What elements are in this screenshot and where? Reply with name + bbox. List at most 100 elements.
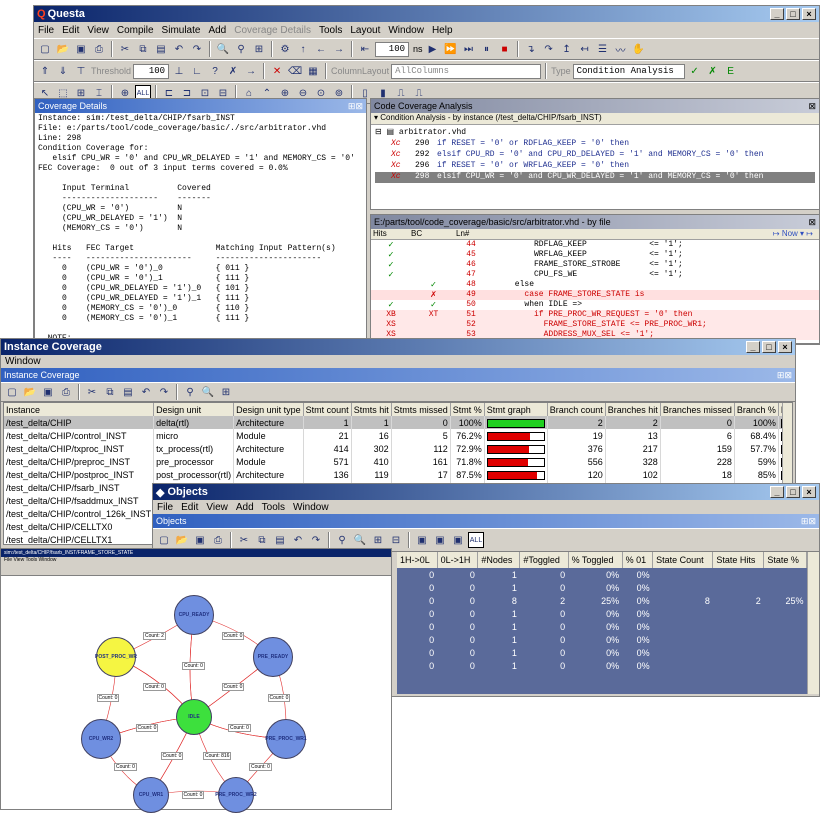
column-header[interactable]: Branches hit xyxy=(605,403,661,416)
sort-down-icon[interactable]: ⇓ xyxy=(55,63,71,79)
fsm-state-idle[interactable]: IDLE xyxy=(176,699,212,735)
obj-cut-icon[interactable]: ✂ xyxy=(236,532,252,548)
obj-minimize-button[interactable]: _ xyxy=(770,486,784,498)
obj-panel-close-icon[interactable]: ⊞⊠ xyxy=(801,516,816,527)
table-row[interactable]: 0 0 8 2 25% 0% 8 2 25% xyxy=(397,594,807,607)
forward-icon[interactable]: → xyxy=(243,63,259,79)
arrow-up-icon[interactable]: ↑ xyxy=(295,41,311,57)
fsm-state-pre-ready[interactable]: PRE_READY xyxy=(253,637,293,677)
fsm-state-cpu-wr2[interactable]: CPU_WR2 xyxy=(81,719,121,759)
menu-view[interactable]: View xyxy=(87,25,109,36)
new-file-icon[interactable]: ▢ xyxy=(37,41,53,57)
run-all-icon[interactable]: ⏭ xyxy=(461,41,477,57)
menu-layout[interactable]: Layout xyxy=(350,25,380,36)
obj-menu-view[interactable]: View xyxy=(206,502,228,513)
column-header[interactable]: Stmt count xyxy=(303,403,352,416)
arrow-right-icon[interactable]: → xyxy=(331,41,347,57)
column-header[interactable]: Branches missed xyxy=(660,403,735,416)
table-row[interactable]: 0 0 1 0 0% 0% xyxy=(397,633,807,646)
hand-icon[interactable]: ✋ xyxy=(631,41,647,57)
ic-hierarchy-icon[interactable]: ⊞ xyxy=(218,384,234,400)
column-header[interactable]: % 01 xyxy=(622,552,654,568)
stop-icon[interactable]: ■ xyxy=(497,41,513,57)
step-over-icon[interactable]: ↷ xyxy=(541,41,557,57)
obj-menu-window[interactable]: Window xyxy=(293,502,329,513)
obj-filter1-icon[interactable]: ▣ xyxy=(414,532,430,548)
ic-minimize-button[interactable]: _ xyxy=(746,341,760,353)
table-row[interactable]: /test_delta/CHIP/postproc_INST post_proce… xyxy=(4,468,792,481)
step-back-icon[interactable]: ↤ xyxy=(577,41,593,57)
now-nav-button[interactable]: ↦ Now ▾ ↦ xyxy=(773,229,819,239)
source-line[interactable]: XB XT 51 if PRE_PROC_WR_REQUEST = '0' then xyxy=(371,310,819,320)
obj-print-icon[interactable]: ⎙ xyxy=(210,532,226,548)
table-row[interactable]: /test_delta/CHIP delta(rtl) Architecture 1 1… xyxy=(4,416,792,429)
coverage-row[interactable]: Xc 290 if RESET = '0' or RDFLAG_KEEP = '0'… xyxy=(375,139,815,150)
obj-menu-edit[interactable]: Edit xyxy=(181,502,198,513)
column-header[interactable]: #Toggled xyxy=(519,552,569,568)
table-row[interactable]: /test_delta/CHIP/control_INST micro Module… xyxy=(4,429,792,442)
open-folder-icon[interactable]: 📂 xyxy=(55,41,71,57)
obj-menu-tools[interactable]: Tools xyxy=(262,502,285,513)
ic-undo-icon[interactable]: ↶ xyxy=(138,384,154,400)
ic-panel-titlebar[interactable]: Instance Coverage ⊞⊠ xyxy=(1,368,795,382)
wave-icon[interactable]: 〰 xyxy=(613,41,629,57)
instance-coverage-titlebar[interactable]: Instance Coverage _ □ × xyxy=(1,339,795,355)
ic-redo-icon[interactable]: ↷ xyxy=(156,384,172,400)
table-row[interactable]: 0 0 1 0 0% 0% xyxy=(397,659,807,672)
table-row[interactable]: 0 0 1 0 0% 0% xyxy=(397,607,807,620)
print-icon[interactable]: ⎙ xyxy=(91,41,107,57)
exclude-x-icon[interactable]: ✕ xyxy=(269,63,285,79)
column-header[interactable]: #Nodes xyxy=(477,552,521,568)
ic-paste-icon[interactable]: ▤ xyxy=(120,384,136,400)
table-row[interactable]: /test_delta/CHIP/preproc_INST pre_process… xyxy=(4,455,792,468)
column-header[interactable]: Instance xyxy=(4,403,155,416)
run-time-input[interactable]: 100 xyxy=(375,41,409,57)
obj-find-icon[interactable]: ⚲ xyxy=(334,532,350,548)
x-icon[interactable]: ✗ xyxy=(705,63,721,79)
copy-icon[interactable]: ⧉ xyxy=(135,41,151,57)
column-header[interactable]: Stmts hit xyxy=(351,403,392,416)
menu-help[interactable]: Help xyxy=(432,25,453,36)
ic-close-button[interactable]: × xyxy=(778,341,792,353)
obj-filter2-icon[interactable]: ▣ xyxy=(432,532,448,548)
redo-icon[interactable]: ↷ xyxy=(189,41,205,57)
menu-simulate[interactable]: Simulate xyxy=(162,25,201,36)
ic-cut-icon[interactable]: ✂ xyxy=(84,384,100,400)
obj-save-icon[interactable]: ▣ xyxy=(192,532,208,548)
run-unit-select[interactable]: ns xyxy=(413,44,423,54)
exclude-icon[interactable]: ✗ xyxy=(225,63,241,79)
collapse-icon[interactable]: ▾ xyxy=(374,113,378,122)
menu-add[interactable]: Add xyxy=(208,25,226,36)
fsm-state-post-proc-wr[interactable]: POST_PROC_WR xyxy=(95,637,137,677)
save-icon[interactable]: ▣ xyxy=(73,41,89,57)
ic-binoculars-icon[interactable]: 🔍 xyxy=(200,384,216,400)
compile-icon[interactable]: ⚙ xyxy=(277,41,293,57)
menu-window[interactable]: Window xyxy=(388,25,424,36)
source-line[interactable]: XS 52 FRAME_STORE_STATE <= PRE_PROC_WR1; xyxy=(371,320,819,330)
tree-expand-icon[interactable]: ⊟ xyxy=(375,128,382,137)
coverage-row[interactable]: Xc 298 elsif CPU_WR = '0' and CPU_WR_DELAY… xyxy=(375,172,815,183)
table-row[interactable]: 0 0 1 0 0% 0% xyxy=(397,581,807,594)
column-layout-select[interactable]: AllColumns xyxy=(391,63,542,79)
column-header[interactable]: Stmt % xyxy=(450,403,485,416)
col-hits[interactable]: Hits xyxy=(371,229,411,239)
fsm-state-pre-proc-wr1[interactable]: PRE_PROC_WR1 xyxy=(265,719,307,759)
coverage-details-titlebar[interactable]: Coverage Details ⊞⊠ xyxy=(35,99,366,113)
column-header[interactable]: State % xyxy=(763,552,807,568)
pane-close-icon[interactable]: ⊠ xyxy=(808,101,816,112)
step-out-icon[interactable]: ↥ xyxy=(559,41,575,57)
report-icon[interactable]: ▦ xyxy=(305,63,321,79)
obj-binoculars-icon[interactable]: 🔍 xyxy=(352,532,368,548)
threshold-up-icon[interactable]: ⊥ xyxy=(171,63,187,79)
fsm-state-cpu-wr1[interactable]: CPU_WR1 xyxy=(133,777,169,813)
col-ln[interactable]: Ln# xyxy=(456,229,496,239)
column-header[interactable]: Stmt graph xyxy=(484,403,548,416)
paste-icon[interactable]: ▤ xyxy=(153,41,169,57)
obj-vertical-scrollbar[interactable] xyxy=(807,552,819,694)
coverage-row[interactable]: Xc 292 elsif CPU_RD = '0' and CPU_RD_DELAY… xyxy=(375,150,815,161)
column-header[interactable]: Branch % xyxy=(734,403,779,416)
step-icon[interactable]: ↴ xyxy=(523,41,539,57)
col-bc[interactable]: BC xyxy=(411,229,456,239)
objects-titlebar[interactable]: ◆ Objects _ □ × xyxy=(153,484,819,500)
obj-open-icon[interactable]: 📂 xyxy=(174,532,190,548)
